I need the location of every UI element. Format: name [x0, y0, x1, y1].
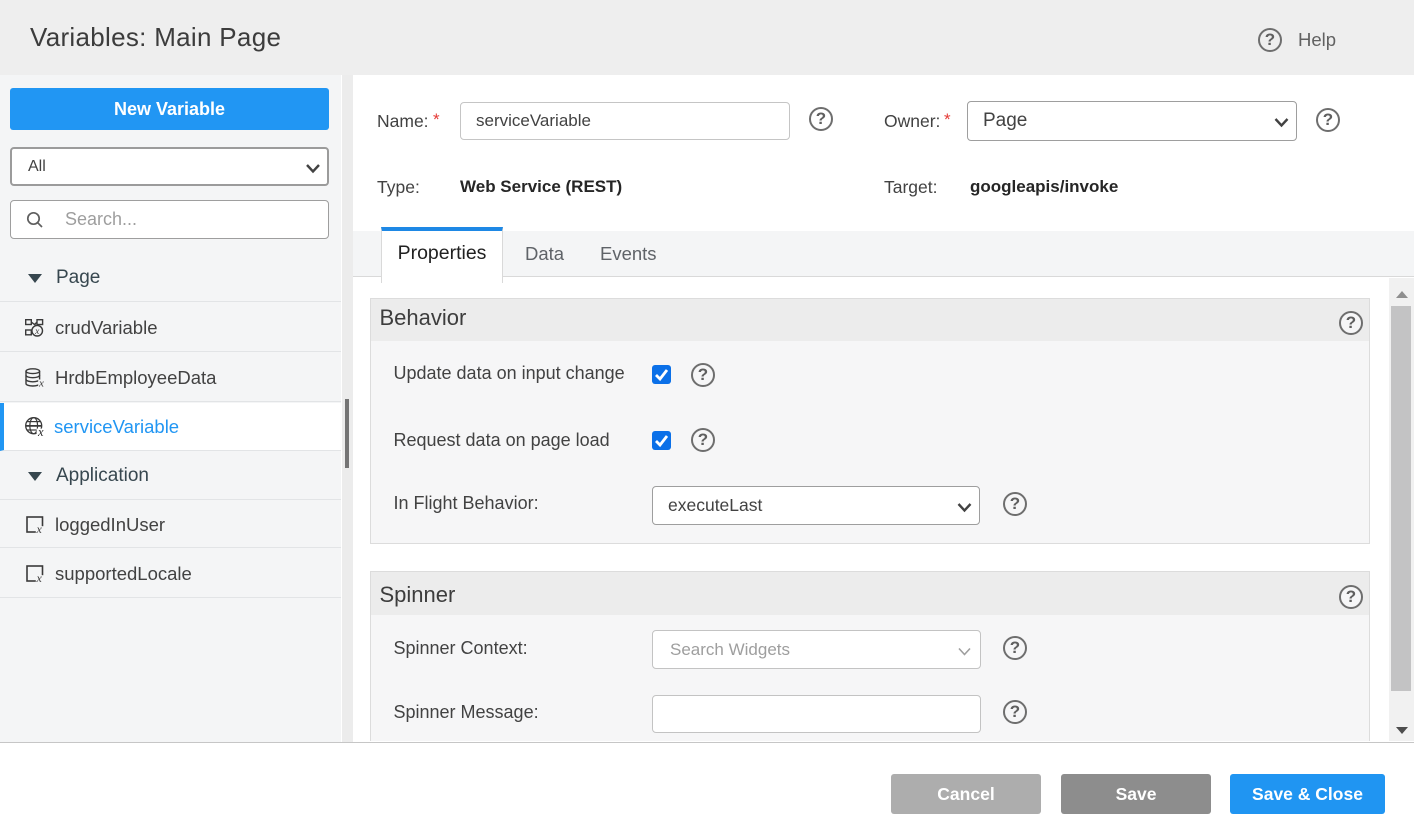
svg-text:x: x: [37, 425, 44, 437]
svg-text:x: x: [36, 522, 43, 534]
svg-text:x: x: [34, 327, 40, 337]
svg-text:x: x: [38, 377, 44, 387]
svg-text:x: x: [36, 571, 43, 583]
